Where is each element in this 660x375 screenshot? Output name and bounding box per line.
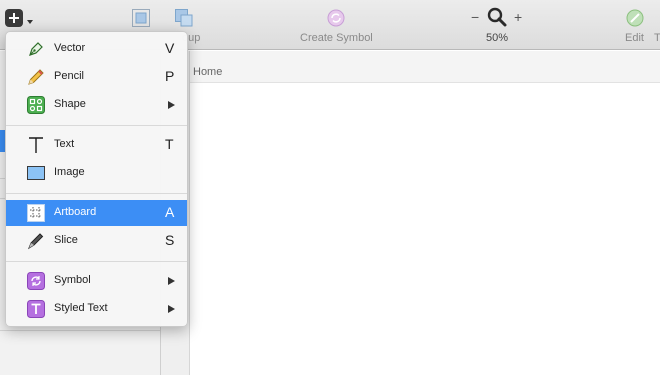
insert-button[interactable] [5,9,23,27]
menu-item-label: Styled Text [54,302,108,314]
menu-separator [6,261,187,262]
menu-item-label: Slice [54,234,78,246]
zoom-level: 50% [486,32,509,44]
menu-item-artboard[interactable]: Artboard A [6,200,187,226]
shortcut-key: V [165,40,175,56]
menu-item-shape[interactable]: Shape [6,92,187,118]
shape-icon [27,96,45,114]
group-icon[interactable] [174,8,194,28]
shortcut-key: S [165,232,175,248]
zoom-out-button[interactable]: − [471,9,479,25]
menu-separator [6,125,187,126]
menu-item-label: Text [54,138,75,150]
edit-icon[interactable] [625,8,645,28]
menu-item-text[interactable]: Text T [6,132,187,158]
chevron-down-icon[interactable] [27,20,33,24]
submenu-arrow-icon [168,101,175,109]
submenu-arrow-icon [168,305,175,313]
toolbar-edge-label[interactable]: T [654,32,660,44]
text-icon [29,137,43,153]
panel-divider [0,330,160,331]
edit-label[interactable]: Edit [625,32,644,44]
zoom-in-button[interactable]: + [514,9,522,25]
slice-icon [27,233,44,250]
shortcut-key: T [165,136,174,152]
menu-item-slice[interactable]: Slice S [6,228,187,254]
pen-icon [29,42,43,56]
insert-menu: Vector V Pencil P Shape Text T Image Art… [5,31,188,327]
menu-item-pencil[interactable]: Pencil P [6,64,187,90]
create-symbol-label[interactable]: Create Symbol [300,32,373,44]
menu-item-label: Pencil [54,70,84,82]
menu-item-image[interactable]: Image [6,160,187,186]
symbol-icon [27,272,45,290]
artboard-title[interactable]: Home [193,66,222,78]
styled-text-icon [27,300,45,318]
submenu-arrow-icon [168,277,175,285]
group-box-icon[interactable] [131,8,151,28]
create-symbol-icon[interactable] [326,8,346,28]
pencil-icon [28,69,44,85]
artboard-icon [27,204,45,222]
menu-item-label: Vector [54,42,86,54]
menu-item-label: Image [54,166,85,178]
zoom-icon[interactable] [486,6,508,28]
artboard[interactable] [190,82,660,375]
menu-item-styled-text[interactable]: Styled Text [6,296,187,322]
menu-separator [6,193,187,194]
menu-item-symbol[interactable]: Symbol [6,268,187,294]
menu-item-vector[interactable]: Vector V [6,36,187,62]
canvas[interactable]: Home [190,51,660,375]
menu-item-label: Artboard [54,206,97,218]
image-icon [27,166,45,180]
menu-item-label: Symbol [54,274,91,286]
shortcut-key: A [165,204,175,220]
shortcut-key: P [165,68,175,84]
menu-item-label: Shape [54,98,86,110]
